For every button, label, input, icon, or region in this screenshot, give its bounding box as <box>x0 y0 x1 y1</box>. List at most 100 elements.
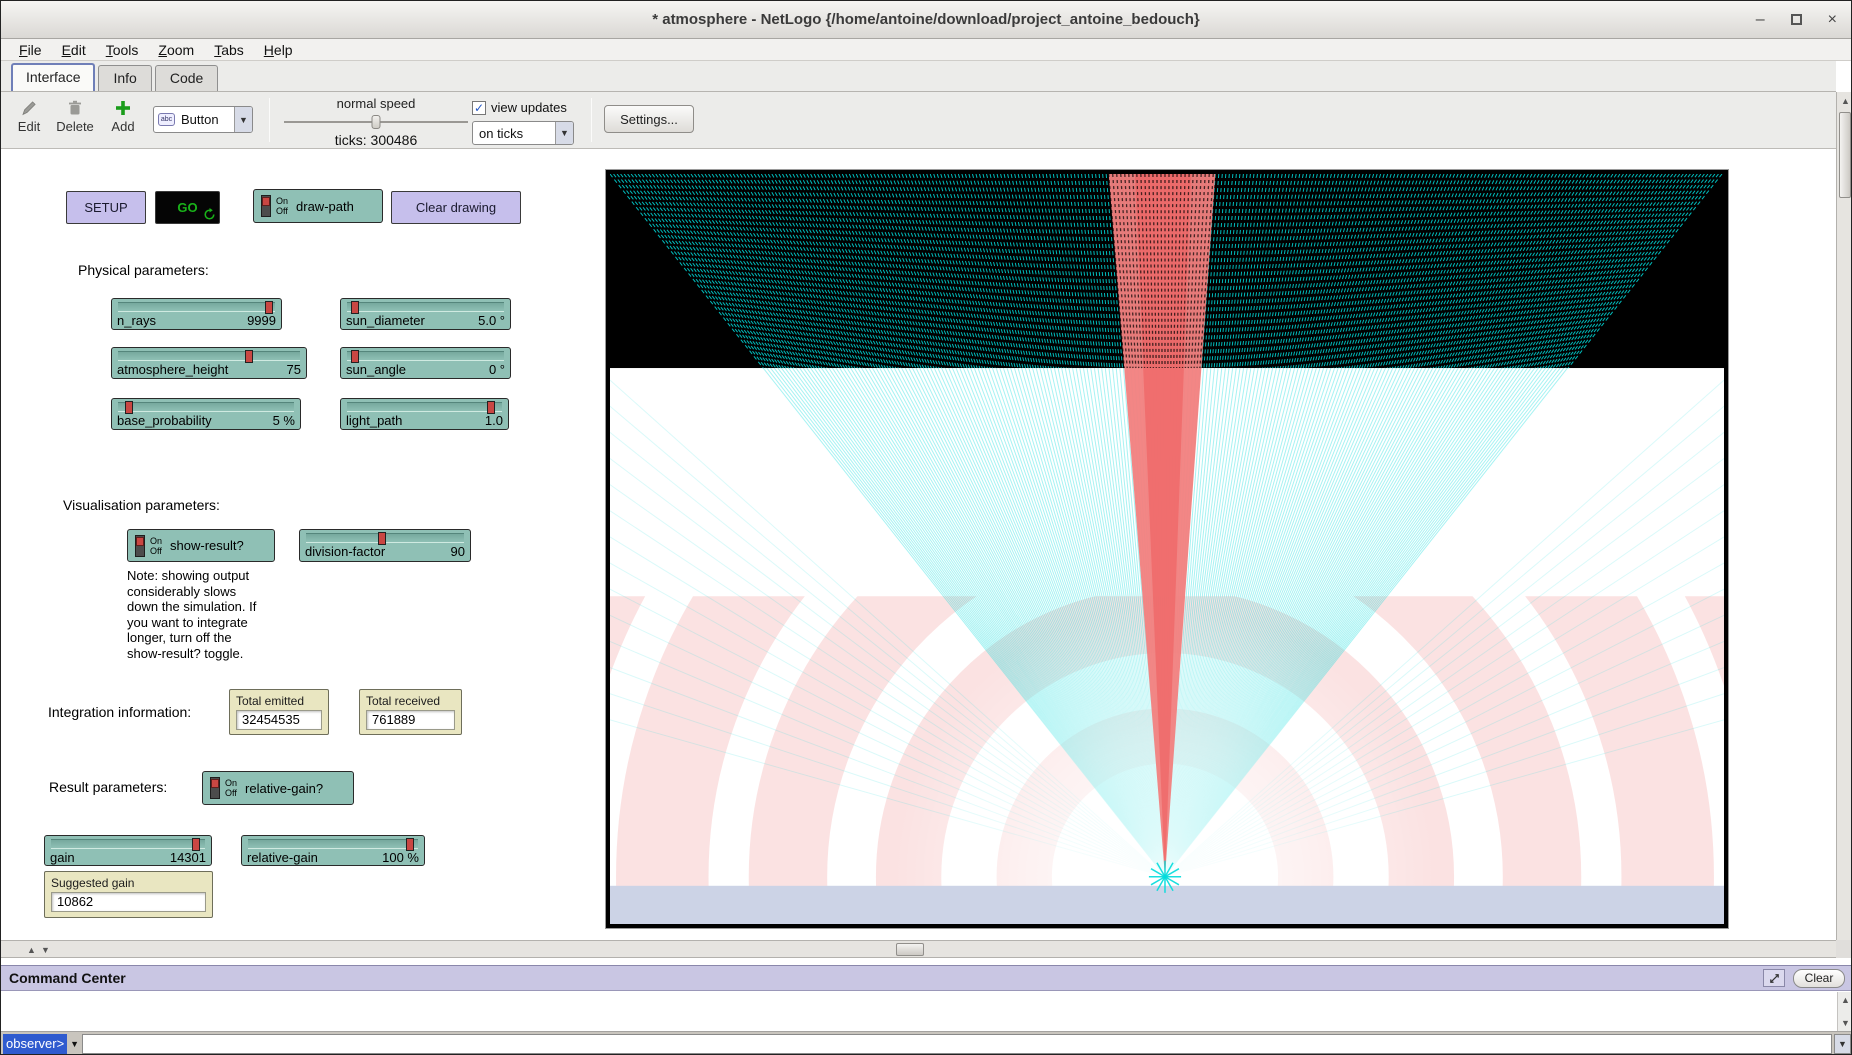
settings-label: Settings... <box>620 112 678 127</box>
draw-path-toggle[interactable]: On Off draw-path <box>253 189 383 223</box>
command-center-header[interactable]: Command Center Clear <box>1 965 1852 991</box>
toggle-on-label: On <box>276 196 288 206</box>
sun-diameter-slider[interactable]: sun_diameter 5.0 ° <box>340 298 511 330</box>
slider-handle[interactable] <box>265 301 273 314</box>
result-parameters-header: Result parameters: <box>49 779 167 795</box>
tab-interface[interactable]: Interface <box>11 63 95 91</box>
maximize-icon[interactable] <box>1791 14 1802 25</box>
go-button[interactable]: GO <box>155 191 220 224</box>
slider-value: 5.0 ° <box>478 313 505 328</box>
light-path-slider[interactable]: light_path 1.0 <box>340 398 509 430</box>
scroll-up-icon[interactable]: ▲ <box>27 942 36 958</box>
widget-type-dropdown[interactable]: abc Button ▼ <box>153 106 253 133</box>
slider-handle[interactable] <box>351 301 359 314</box>
clear-drawing-button[interactable]: Clear drawing <box>391 191 521 224</box>
atmosphere-height-slider[interactable]: atmosphere_height 75 <box>111 347 307 379</box>
horizontal-scrollbar[interactable]: ▲ ▼ <box>1 940 1836 958</box>
slider-value: 90 <box>451 544 465 559</box>
slider-handle[interactable] <box>351 350 359 363</box>
diagonal-arrows-icon <box>1768 972 1781 985</box>
draw-path-label: draw-path <box>296 199 354 214</box>
netlogo-window: * atmosphere - NetLogo {/home/antoine/do… <box>0 0 1852 1055</box>
scroll-down-icon[interactable]: ▼ <box>41 942 50 958</box>
slider-label: base_probability <box>117 413 212 428</box>
vertical-scroll-thumb[interactable] <box>1839 112 1851 198</box>
toggle-off-label: Off <box>150 546 162 556</box>
scrollbar-corner <box>1836 940 1852 958</box>
view-updates-checkbox[interactable]: ✓ <box>472 101 486 115</box>
view-updates-label: view updates <box>491 100 567 115</box>
scroll-up-icon[interactable]: ▲ <box>1841 93 1850 109</box>
menu-tabs[interactable]: Tabs <box>206 41 252 59</box>
update-mode-value: on ticks <box>473 126 529 141</box>
edit-tool-button[interactable]: Edit <box>7 99 51 134</box>
settings-button[interactable]: Settings... <box>604 105 694 133</box>
slider-label: n_rays <box>117 313 156 328</box>
slider-label: relative-gain <box>247 850 318 865</box>
gain-slider[interactable]: gain 14301 <box>44 835 212 866</box>
scroll-down-icon[interactable]: ▼ <box>1841 1015 1850 1031</box>
menu-tools[interactable]: Tools <box>98 41 147 59</box>
clear-command-center-button[interactable]: Clear <box>1793 969 1845 988</box>
prompt-context-chevron-icon[interactable]: ▼ <box>70 1039 79 1049</box>
output-scrollbar[interactable]: ▲ ▼ <box>1837 992 1852 1031</box>
button-widget-icon: abc <box>158 113 175 126</box>
menu-edit[interactable]: Edit <box>54 41 94 59</box>
setup-button[interactable]: SETUP <box>66 191 146 224</box>
slider-handle[interactable] <box>406 838 414 851</box>
trash-icon <box>66 99 84 117</box>
slider-value: 75 <box>287 362 301 377</box>
menu-zoom[interactable]: Zoom <box>150 41 202 59</box>
add-widget-button[interactable]: Add <box>101 99 145 134</box>
slider-label: sun_diameter <box>346 313 425 328</box>
scroll-up-icon[interactable]: ▲ <box>1841 992 1850 1008</box>
interface-toolbar: Edit Delete Add abc Button ▼ normal spee… <box>1 92 1836 149</box>
vertical-scrollbar[interactable]: ▲ ▼ <box>1836 92 1852 958</box>
command-center-title: Command Center <box>9 970 126 986</box>
speed-control: normal speed ticks: 300486 <box>284 96 468 148</box>
view-updates-control: ✓ view updates <box>472 100 567 115</box>
menu-help[interactable]: Help <box>256 41 301 59</box>
relative-gain-slider[interactable]: relative-gain 100 % <box>241 835 425 866</box>
title-bar[interactable]: * atmosphere - NetLogo {/home/antoine/do… <box>1 1 1851 39</box>
speed-slider[interactable] <box>284 114 468 130</box>
toggle-on-label: On <box>150 536 162 546</box>
world-view-canvas[interactable] <box>610 174 1724 924</box>
minimize-icon[interactable]: – <box>1756 12 1765 28</box>
window-title: * atmosphere - NetLogo {/home/antoine/do… <box>652 11 1200 28</box>
base-probability-slider[interactable]: base_probability 5 % <box>111 398 301 430</box>
sun-angle-slider[interactable]: sun_angle 0 ° <box>340 347 511 379</box>
close-icon[interactable]: × <box>1828 12 1837 28</box>
show-result-toggle[interactable]: On Off show-result? <box>127 529 275 562</box>
slider-label: sun_angle <box>346 362 406 377</box>
total-emitted-monitor: Total emitted 32454535 <box>229 689 329 735</box>
pencil-icon <box>20 99 38 117</box>
toolbar-separator <box>269 98 270 142</box>
division-factor-slider[interactable]: division-factor 90 <box>299 529 471 562</box>
total-received-monitor: Total received 761889 <box>359 689 462 735</box>
slider-handle[interactable] <box>192 838 200 851</box>
horizontal-scroll-thumb[interactable] <box>896 943 924 956</box>
delete-tool-button[interactable]: Delete <box>53 99 97 134</box>
relative-gain-toggle-label: relative-gain? <box>245 781 323 796</box>
observer-prompt[interactable]: observer> <box>3 1034 67 1054</box>
relative-gain-toggle[interactable]: On Off relative-gain? <box>202 771 354 805</box>
slider-handle[interactable] <box>245 350 253 363</box>
menu-file[interactable]: File <box>11 41 50 59</box>
expand-command-center-button[interactable] <box>1763 969 1785 987</box>
suggested-gain-monitor: Suggested gain 10862 <box>44 871 213 918</box>
monitor-label: Total received <box>366 694 455 708</box>
slider-handle[interactable] <box>487 401 495 414</box>
toolbar-separator <box>591 98 592 142</box>
integration-information-header: Integration information: <box>48 704 191 720</box>
command-history-chevron-icon[interactable]: ▼ <box>1834 1034 1851 1054</box>
slider-handle[interactable] <box>378 532 386 545</box>
tab-info[interactable]: Info <box>98 65 151 91</box>
speed-slider-thumb[interactable] <box>372 115 381 129</box>
command-center-output[interactable]: ▲ ▼ <box>1 991 1852 1032</box>
command-input[interactable] <box>82 1034 1832 1054</box>
slider-handle[interactable] <box>125 401 133 414</box>
update-mode-dropdown[interactable]: on ticks ▼ <box>472 121 574 145</box>
n-rays-slider[interactable]: n_rays 9999 <box>111 298 282 330</box>
tab-code[interactable]: Code <box>155 65 218 91</box>
